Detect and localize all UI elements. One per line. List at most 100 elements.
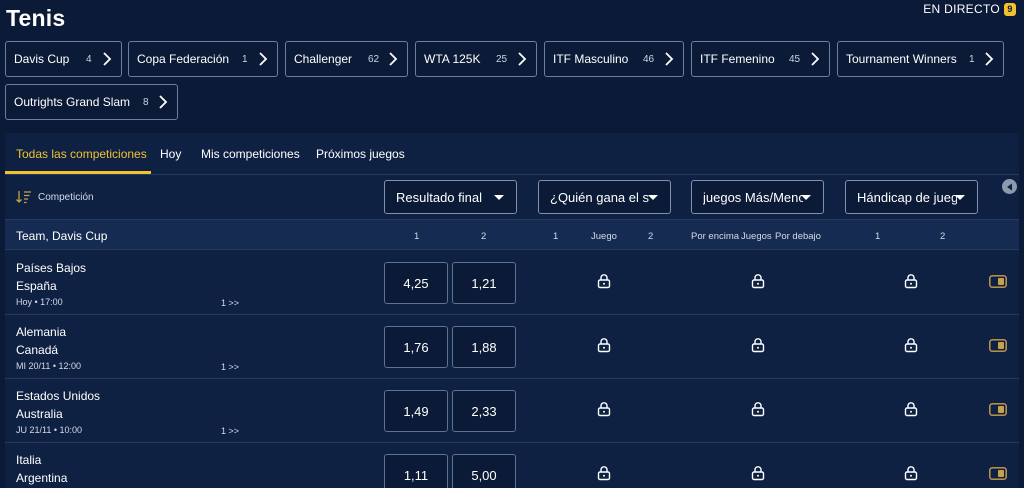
sort-icon <box>16 191 31 204</box>
competition-chip-davis-cup[interactable]: Davis Cup 4 <box>5 41 122 77</box>
column-header: Juego <box>591 231 617 242</box>
lock-icon <box>597 466 611 481</box>
match-row: Alemania Canadá MI 20/11 • 12:00 1 >> 1,… <box>5 315 1019 379</box>
competition-chip-tournament-winners[interactable]: Tournament Winners 1 <box>837 41 1004 77</box>
match-row: Países Bajos España Hoy • 17:00 1 >> 4,2… <box>5 251 1019 315</box>
active-tab-indicator <box>5 171 151 174</box>
chip-count: 46 <box>643 54 655 65</box>
toggle-icon[interactable] <box>989 403 1007 416</box>
tab-todas-las-competiciones[interactable]: Todas las competiciones <box>16 147 147 161</box>
market-select-juegos-mas-menos[interactable]: juegos Más/Meno <box>691 180 824 214</box>
home-team[interactable]: Italia <box>16 453 41 467</box>
chip-count: 25 <box>496 54 508 65</box>
match-row: Estados Unidos Australia JU 21/11 • 10:0… <box>5 379 1019 443</box>
home-team[interactable]: Alemania <box>16 325 66 339</box>
competition-chip-itf-masculino[interactable]: ITF Masculino 46 <box>544 41 684 77</box>
odd-button-1[interactable]: 1,76 <box>384 326 448 368</box>
market-select-resultado-final[interactable]: Resultado final <box>384 180 517 214</box>
toggle-icon[interactable] <box>989 339 1007 352</box>
lock-icon <box>904 402 918 417</box>
more-markets-link[interactable]: 1 >> <box>221 362 239 372</box>
chip-count: 1 <box>242 54 248 65</box>
column-header: Juegos <box>741 231 772 242</box>
column-header: 1 <box>553 231 559 242</box>
caret-down-icon <box>648 195 658 200</box>
chip-label: ITF Femenino <box>700 52 775 66</box>
chip-count: 62 <box>368 54 380 65</box>
market-select-value: ¿Quién gana el s <box>550 189 650 205</box>
competition-chip-wta-125k[interactable]: WTA 125K 25 <box>415 41 537 77</box>
sort-control[interactable]: Competición <box>16 190 94 204</box>
chip-label: Outrights Grand Slam <box>14 95 131 109</box>
match-time: MI 20/11 • 12:00 <box>16 361 82 371</box>
competition-chip-itf-femenino[interactable]: ITF Femenino 45 <box>691 41 830 77</box>
away-team[interactable]: Australia <box>16 407 63 421</box>
more-markets-link[interactable]: 1 >> <box>221 298 239 308</box>
match-row: Italia Argentina 1,11 5,00 <box>5 443 1019 488</box>
odd-button-1[interactable]: 4,25 <box>384 262 448 304</box>
lock-icon <box>904 274 918 289</box>
tab-proximos-juegos[interactable]: Próximos juegos <box>316 147 405 161</box>
column-header: 2 <box>481 231 487 242</box>
market-select-value: Resultado final <box>396 189 482 205</box>
market-select-value: Hándicap de jueg <box>857 189 957 205</box>
lock-icon <box>904 338 918 353</box>
odd-button-2[interactable]: 5,00 <box>452 454 516 488</box>
away-team[interactable]: Argentina <box>16 471 67 485</box>
lock-icon <box>904 466 918 481</box>
home-team[interactable]: Estados Unidos <box>16 389 100 403</box>
live-label: EN DIRECTO <box>923 2 1000 16</box>
market-select-quien-gana-el-set[interactable]: ¿Quién gana el s <box>538 180 671 214</box>
chip-label: Tournament Winners <box>846 52 957 66</box>
market-select-value: juegos Más/Meno <box>703 189 803 205</box>
column-header: 1 <box>414 231 420 242</box>
chip-label: Challenger <box>294 52 353 66</box>
live-link[interactable]: EN DIRECTO 9 <box>923 2 1016 16</box>
market-select-handicap-de-juegos[interactable]: Hándicap de jueg <box>845 180 978 214</box>
group-header: Team, Davis Cup 1 2 1 Juego 2 Por encima… <box>5 219 1019 250</box>
odd-button-2[interactable]: 2,33 <box>452 390 516 432</box>
lock-icon <box>597 274 611 289</box>
chevron-right-icon <box>159 95 168 109</box>
odd-button-2[interactable]: 1,21 <box>452 262 516 304</box>
lock-icon <box>751 466 765 481</box>
away-team[interactable]: Canadá <box>16 343 58 357</box>
chip-count: 45 <box>789 54 801 65</box>
lock-icon <box>751 338 765 353</box>
competition-chip-challenger[interactable]: Challenger 62 <box>285 41 408 77</box>
triangle-left-icon <box>1006 183 1012 190</box>
chevron-right-icon <box>389 52 398 66</box>
competition-chip-outrights-grand-slam[interactable]: Outrights Grand Slam 8 <box>5 84 178 120</box>
lock-icon <box>751 402 765 417</box>
tab-hoy[interactable]: Hoy <box>160 147 181 161</box>
column-header: Por encima <box>691 231 740 242</box>
column-header: Por debajo <box>775 231 821 242</box>
column-header: 1 <box>875 231 881 242</box>
odd-button-1[interactable]: 1,49 <box>384 390 448 432</box>
more-markets-link[interactable]: 1 >> <box>221 426 239 436</box>
chip-count: 4 <box>86 54 92 65</box>
chevron-right-icon <box>665 52 674 66</box>
chevron-right-icon <box>811 52 820 66</box>
column-header: 2 <box>648 231 654 242</box>
toggle-icon[interactable] <box>989 275 1007 288</box>
home-team[interactable]: Países Bajos <box>16 261 86 275</box>
tab-mis-competiciones[interactable]: Mis competiciones <box>201 147 300 161</box>
competition-chip-copa-federacion[interactable]: Copa Federación 1 <box>128 41 278 77</box>
tab-bar: Todas las competiciones Hoy Mis competic… <box>5 133 1019 175</box>
chip-count: 1 <box>969 54 975 65</box>
chip-label: Copa Federación <box>137 52 230 66</box>
scroll-left-icon[interactable] <box>1002 179 1017 194</box>
chevron-right-icon <box>259 52 268 66</box>
odd-button-1[interactable]: 1,11 <box>384 454 448 488</box>
live-count-badge: 9 <box>1004 2 1016 16</box>
filter-row: Competición Resultado final ¿Quién gana … <box>5 175 1019 219</box>
caret-down-icon <box>801 195 811 200</box>
odd-button-2[interactable]: 1,88 <box>452 326 516 368</box>
lock-icon <box>597 402 611 417</box>
toggle-icon[interactable] <box>989 467 1007 480</box>
match-time: Hoy • 17:00 <box>16 297 63 307</box>
away-team[interactable]: España <box>16 279 57 293</box>
lock-icon <box>597 338 611 353</box>
events-panel: Todas las competiciones Hoy Mis competic… <box>5 133 1019 488</box>
